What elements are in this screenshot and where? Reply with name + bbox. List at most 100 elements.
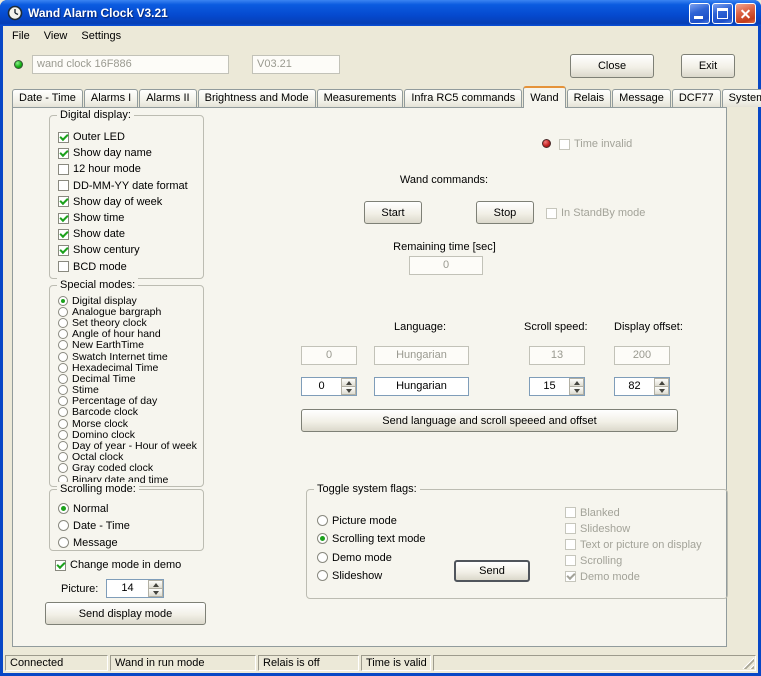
checkbox-bcd-mode[interactable]: BCD mode xyxy=(58,259,203,275)
checkbox-show-day-of-week[interactable]: Show day of week xyxy=(58,194,203,210)
tab-date-time[interactable]: Date - Time xyxy=(12,89,83,107)
radio-decimal-time[interactable]: Decimal Time xyxy=(58,373,203,385)
language-input[interactable]: Hungarian xyxy=(374,377,469,396)
radio-circle[interactable] xyxy=(58,463,68,474)
radio-day-of-year-hour-of-week[interactable]: Day of year - Hour of week xyxy=(58,440,203,452)
radio-circle[interactable] xyxy=(58,306,68,317)
radio-circle[interactable] xyxy=(58,396,68,407)
radio-picture-mode[interactable]: Picture mode xyxy=(317,514,397,527)
radio-set-theory-clock[interactable]: Set theory clock xyxy=(58,317,203,329)
radio-circle[interactable] xyxy=(58,340,68,351)
spin-up-button[interactable] xyxy=(654,378,669,387)
spin-up-button[interactable] xyxy=(341,378,356,387)
checkbox-box[interactable] xyxy=(546,207,557,219)
send-display-mode-button[interactable]: Send display mode xyxy=(45,602,206,625)
start-button[interactable]: Start xyxy=(364,201,422,224)
minimize-button[interactable] xyxy=(689,2,710,24)
stop-button[interactable]: Stop xyxy=(476,201,534,224)
checkbox-box[interactable] xyxy=(565,539,576,550)
checkbox-show-day-name[interactable]: Show day name xyxy=(58,145,203,161)
checkbox-time-invalid[interactable]: Time invalid xyxy=(559,137,632,151)
tab-alarms-i[interactable]: Alarms I xyxy=(83,89,139,107)
radio-circle[interactable] xyxy=(58,295,68,306)
language-number-value[interactable]: 0 xyxy=(302,378,341,395)
tab-relais[interactable]: Relais xyxy=(566,89,612,107)
checkbox-box[interactable] xyxy=(58,131,69,143)
radio-circle[interactable] xyxy=(58,317,68,328)
checkbox-box[interactable] xyxy=(55,559,66,571)
radio-circle[interactable] xyxy=(58,441,68,452)
radio-analogue-bargraph[interactable]: Analogue bargraph xyxy=(58,306,203,318)
spin-down-button[interactable] xyxy=(569,387,584,395)
checkbox-box[interactable] xyxy=(58,228,69,240)
radio-scrolling-text-mode[interactable]: Scrolling text mode xyxy=(317,532,426,545)
picture-value[interactable]: 14 xyxy=(107,580,148,597)
checkbox-12-hour-mode[interactable]: 12 hour mode xyxy=(58,161,203,177)
checkbox-outer-led[interactable]: Outer LED xyxy=(58,129,203,145)
checkbox-box[interactable] xyxy=(58,163,69,175)
radio-hexadecimal-time[interactable]: Hexadecimal Time xyxy=(58,362,203,374)
checkbox-blanked[interactable]: Blanked xyxy=(565,506,620,519)
checkbox-box[interactable] xyxy=(565,571,576,582)
radio-circle[interactable] xyxy=(317,552,328,563)
radio-slideshow[interactable]: Slideshow xyxy=(317,569,382,582)
checkbox-box[interactable] xyxy=(58,212,69,224)
checkbox-box[interactable] xyxy=(58,196,69,208)
checkbox-slideshow-flag[interactable]: Slideshow xyxy=(565,522,630,535)
tab-brightness-and-mode[interactable]: Brightness and Mode xyxy=(197,89,316,107)
radio-stime[interactable]: Stime xyxy=(58,384,203,396)
radio-digital-display[interactable]: Digital display xyxy=(58,295,203,307)
radio-scroll-message[interactable]: Message xyxy=(58,534,203,551)
tab-infra-rc5-commands[interactable]: Infra RC5 commands xyxy=(404,89,523,107)
exit-button[interactable]: Exit xyxy=(681,54,735,78)
radio-circle[interactable] xyxy=(58,351,68,362)
radio-circle[interactable] xyxy=(58,329,68,340)
radio-angle-of-hour-hand[interactable]: Angle of hour hand xyxy=(58,328,203,340)
radio-circle[interactable] xyxy=(317,533,328,544)
checkbox-box[interactable] xyxy=(559,138,570,150)
send-language-button[interactable]: Send language and scroll speeed and offs… xyxy=(301,409,678,432)
tab-dcf77[interactable]: DCF77 xyxy=(671,89,721,107)
spin-down-button[interactable] xyxy=(341,387,356,395)
display-offset-stepper[interactable]: 82 xyxy=(614,377,670,396)
tab-alarms-ii[interactable]: Alarms II xyxy=(139,89,197,107)
send-flags-button[interactable]: Send xyxy=(454,560,530,582)
checkbox-in-standby-mode[interactable]: In StandBy mode xyxy=(546,206,645,220)
display-offset-value[interactable]: 82 xyxy=(615,378,654,395)
checkbox-demo-mode-flag[interactable]: Demo mode xyxy=(565,570,640,583)
radio-domino-clock[interactable]: Domino clock xyxy=(58,429,203,441)
resize-grip[interactable] xyxy=(741,656,754,669)
radio-circle[interactable] xyxy=(58,418,68,429)
tab-system[interactable]: System xyxy=(721,89,761,107)
maximize-button[interactable] xyxy=(712,2,733,24)
radio-swatch-internet-time[interactable]: Swatch Internet time xyxy=(58,351,203,363)
checkbox-box[interactable] xyxy=(58,147,69,159)
tab-measurements[interactable]: Measurements xyxy=(316,89,404,107)
radio-scroll-normal[interactable]: Normal xyxy=(58,500,203,517)
menu-file[interactable]: File xyxy=(5,28,37,44)
radio-morse-clock[interactable]: Morse clock xyxy=(58,418,203,430)
close-window-button[interactable] xyxy=(735,2,756,24)
radio-circle[interactable] xyxy=(58,537,69,548)
checkbox-text-or-picture-on-display[interactable]: Text or picture on display xyxy=(565,538,702,551)
radio-circle[interactable] xyxy=(58,520,69,531)
checkbox-box[interactable] xyxy=(58,244,69,256)
remaining-time-field[interactable]: 0 xyxy=(409,256,483,275)
radio-circle[interactable] xyxy=(58,385,68,396)
menu-view[interactable]: View xyxy=(37,28,75,44)
radio-scroll-date-time[interactable]: Date - Time xyxy=(58,517,203,534)
radio-octal-clock[interactable]: Octal clock xyxy=(58,451,203,463)
menu-settings[interactable]: Settings xyxy=(74,28,128,44)
checkbox-box[interactable] xyxy=(565,507,576,518)
radio-demo-mode[interactable]: Demo mode xyxy=(317,551,392,564)
checkbox-scrolling-flag[interactable]: Scrolling xyxy=(565,554,622,567)
radio-circle[interactable] xyxy=(58,362,68,373)
radio-barcode-clock[interactable]: Barcode clock xyxy=(58,406,203,418)
radio-circle[interactable] xyxy=(58,452,68,463)
checkbox-show-date[interactable]: Show date xyxy=(58,226,203,242)
checkbox-box[interactable] xyxy=(58,261,69,273)
spin-down-button[interactable] xyxy=(148,589,163,597)
spin-up-button[interactable] xyxy=(148,580,163,589)
checkbox-box[interactable] xyxy=(565,555,576,566)
spin-down-button[interactable] xyxy=(654,387,669,395)
